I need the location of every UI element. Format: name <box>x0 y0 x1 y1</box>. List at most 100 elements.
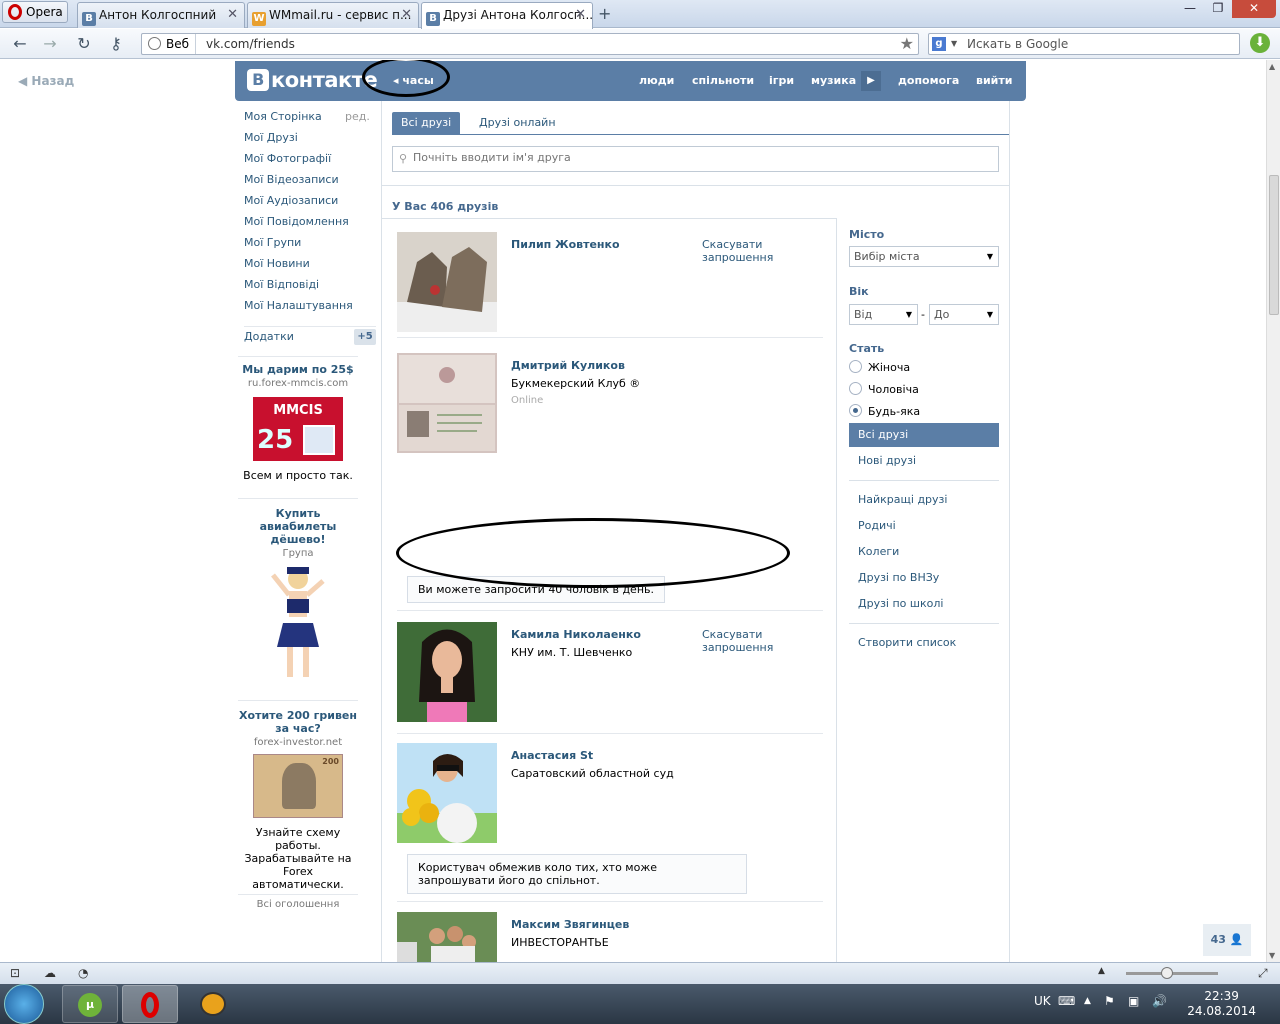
key-icon[interactable]: ⚷ <box>104 33 128 55</box>
ad-title[interactable]: Хотите 200 гривен за час? <box>238 709 358 735</box>
friend-name[interactable]: Дмитрий Куликов <box>511 359 625 372</box>
nav-people[interactable]: люди <box>639 74 674 87</box>
ad-image-banknote[interactable]: 200 <box>253 754 343 818</box>
list-all-friends[interactable]: Всі друзі <box>849 423 999 447</box>
radio-female[interactable]: Жіноча <box>849 360 910 374</box>
sidebar-item-photos[interactable]: Мої Фотографії <box>244 152 379 173</box>
ad-block-forex[interactable]: Мы дарим по 25$ ru.forex-mmcis.com MMCIS… <box>238 356 358 482</box>
fullscreen-icon[interactable]: ⤢ <box>1258 966 1268 981</box>
flag-icon[interactable]: ⚑ <box>1104 994 1115 1008</box>
search-box[interactable]: g ▼ Искать в Google <box>928 33 1240 55</box>
aimp-icon[interactable] <box>200 992 226 1016</box>
restore-icon[interactable]: ❐ <box>1204 0 1232 18</box>
tab-1[interactable]: В Антон Колгоспний ✕ <box>77 2 245 28</box>
friend-name[interactable]: Анастасия St <box>511 749 593 762</box>
sidebar-item-messages[interactable]: Мої Повідомлення <box>244 215 379 236</box>
close-tab-icon[interactable]: ✕ <box>227 3 238 27</box>
tab-all-friends[interactable]: Всі друзі <box>392 112 461 135</box>
list-new-friends[interactable]: Нові друзі <box>849 449 999 473</box>
start-button[interactable] <box>4 984 44 1024</box>
ad-title[interactable]: Мы дарим по 25$ <box>238 363 358 376</box>
panel-toggle-icon[interactable]: ⊡ <box>10 966 20 980</box>
close-tab-icon[interactable]: ✕ <box>575 3 586 27</box>
volume-icon[interactable]: 🔊 <box>1152 994 1167 1008</box>
clock[interactable]: 22:39 24.08.2014 <box>1187 989 1256 1019</box>
scroll-down-icon[interactable]: ▼ <box>1269 951 1275 960</box>
cloud-icon[interactable]: ☁ <box>44 966 56 980</box>
sidebar-item-groups[interactable]: Мої Групи <box>244 236 379 257</box>
reload-icon[interactable]: ↻ <box>72 33 96 55</box>
cancel-invite-link[interactable]: Скасувати запрошення <box>702 238 792 264</box>
sidebar-item-apps[interactable]: Додатки +5 <box>244 326 376 346</box>
sidebar-item-audio[interactable]: Мої Аудіозаписи <box>244 194 379 215</box>
vk-logo[interactable]: Вконтакте <box>247 69 378 93</box>
zoom-slider-handle[interactable] <box>1161 967 1173 979</box>
friend-avatar[interactable] <box>397 743 497 843</box>
friend-name[interactable]: Пилип Жовтенко <box>511 238 620 251</box>
list-relatives[interactable]: Родичі <box>849 514 999 538</box>
friend-name[interactable]: Камила Николаенко <box>511 628 641 641</box>
friend-avatar[interactable] <box>397 912 497 962</box>
chat-counter[interactable]: 43 👤 <box>1203 924 1251 956</box>
all-ads-link[interactable]: Всі оголошення <box>238 894 358 910</box>
new-tab-icon[interactable]: + <box>598 4 611 23</box>
address-bar[interactable]: Веб vk.com/friends ★ <box>141 33 919 55</box>
tab-3-active[interactable]: В Друзі Антона Колгосп... ✕ <box>421 2 593 29</box>
download-icon[interactable]: ⬇ <box>1250 33 1270 53</box>
nav-communities[interactable]: спільноти <box>692 74 754 87</box>
nav-logout[interactable]: вийти <box>976 74 1012 87</box>
friend-name[interactable]: Максим Звягинцев <box>511 918 629 931</box>
zoom-up-icon[interactable]: ▲ <box>1098 966 1105 976</box>
age-from-select[interactable]: Від ▼ <box>849 304 918 325</box>
list-colleagues[interactable]: Колеги <box>849 540 999 564</box>
opera-menu-button[interactable]: Opera <box>2 1 68 23</box>
scroll-up-icon[interactable]: ▲ <box>1269 62 1275 71</box>
ad-block-avia[interactable]: Купить авиабилеты дёшево! Група <box>238 498 358 686</box>
ad-image-mmcis[interactable]: MMCIS 25 <box>253 397 343 461</box>
close-tab-icon[interactable]: ✕ <box>401 3 412 27</box>
friend-search-input[interactable] <box>413 151 993 164</box>
nav-games[interactable]: ігри <box>769 74 794 87</box>
zoom-slider[interactable] <box>1126 967 1218 979</box>
list-best-friends[interactable]: Найкращі друзі <box>849 488 999 512</box>
speed-dial-icon[interactable]: ◔ <box>78 966 88 980</box>
scroll-thumb[interactable] <box>1269 175 1279 315</box>
tab-2[interactable]: W WMmail.ru - сервис п... ✕ <box>247 2 419 28</box>
nav-help[interactable]: допомога <box>898 74 959 87</box>
back-link[interactable]: ◀ Назад <box>18 74 74 88</box>
edit-link[interactable]: ред. <box>345 110 370 123</box>
friend-avatar[interactable] <box>397 353 497 453</box>
ad-block-hryvnia[interactable]: Хотите 200 гривен за час? forex-investor… <box>238 700 358 891</box>
sidebar-item-answers[interactable]: Мої Відповіді <box>244 278 379 299</box>
chevron-down-icon[interactable]: ▼ <box>951 34 957 54</box>
ad-image-stewardess[interactable] <box>263 563 333 683</box>
list-school-friends[interactable]: Друзі по школі <box>849 592 999 616</box>
tray-expand-icon[interactable]: ▲ <box>1084 996 1091 1006</box>
sidebar-item-news[interactable]: Мої Новини <box>244 257 379 278</box>
friend-avatar[interactable] <box>397 622 497 722</box>
back-arrow-icon[interactable]: ← <box>8 33 32 55</box>
page-scrollbar[interactable]: ▲ ▼ <box>1266 60 1280 962</box>
city-select[interactable]: Вибір міста ▼ <box>849 246 999 267</box>
ad-title[interactable]: Купить авиабилеты дёшево! <box>238 507 358 546</box>
friend-search[interactable]: ⚲ <box>392 146 999 172</box>
opera-taskbar-button[interactable] <box>122 985 178 1023</box>
age-to-select[interactable]: До ▼ <box>929 304 999 325</box>
forward-arrow-icon[interactable]: → <box>38 33 62 55</box>
url-text[interactable]: vk.com/friends <box>206 34 295 54</box>
sidebar-item-settings[interactable]: Мої Налаштування <box>244 299 379 320</box>
radio-any[interactable]: Будь-яка <box>849 404 920 418</box>
sidebar-item-friends[interactable]: Мої Друзі <box>244 131 379 152</box>
keyboard-icon[interactable]: ⌨ <box>1058 994 1075 1008</box>
tab-friends-online[interactable]: Друзі онлайн <box>470 112 565 135</box>
radio-male[interactable]: Чоловіча <box>849 382 919 396</box>
language-indicator[interactable]: UK <box>1034 994 1051 1008</box>
nav-music[interactable]: музика <box>811 74 856 87</box>
create-list-link[interactable]: Створити список <box>849 631 999 655</box>
close-window-icon[interactable]: ✕ <box>1232 0 1276 18</box>
bookmark-star-icon[interactable]: ★ <box>900 34 914 54</box>
utorrent-taskbar-button[interactable]: µ <box>62 985 118 1023</box>
sidebar-item-videos[interactable]: Мої Відеозаписи <box>244 173 379 194</box>
play-arrow-icon[interactable]: ▶ <box>861 71 881 91</box>
list-university-friends[interactable]: Друзі по ВНЗу <box>849 566 999 590</box>
